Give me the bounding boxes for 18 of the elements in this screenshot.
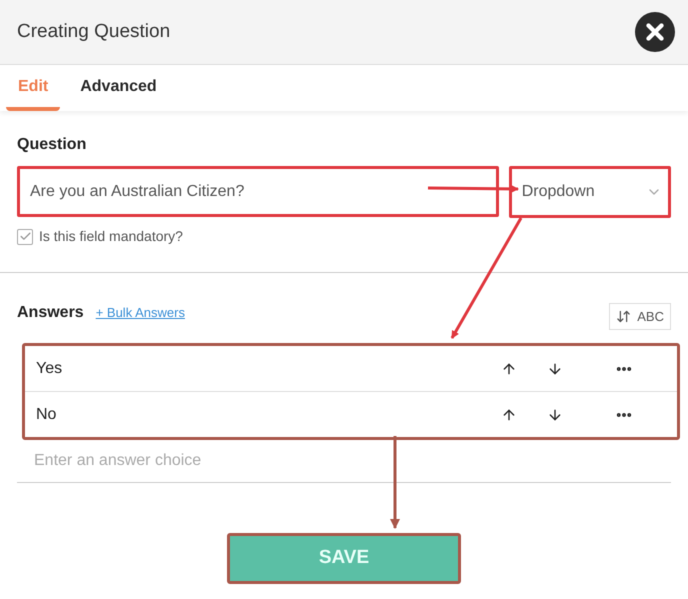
move-down-icon[interactable] xyxy=(547,406,563,422)
move-up-icon[interactable] xyxy=(501,406,517,422)
move-down-icon[interactable] xyxy=(547,360,563,376)
type-dropdown[interactable]: Dropdown xyxy=(508,166,671,218)
dialog-title: Creating Question xyxy=(17,20,170,44)
question-field[interactable]: Are you an Australian Citizen? xyxy=(17,166,499,217)
close-button[interactable] xyxy=(635,12,675,52)
sort-icon xyxy=(616,309,632,324)
answer-text: No xyxy=(35,404,58,424)
mandatory-checkbox[interactable] xyxy=(17,228,33,244)
mandatory-label: Is this field mandatory? xyxy=(39,227,183,246)
move-up-icon[interactable] xyxy=(501,360,517,376)
tab[interactable]: Advanced xyxy=(78,67,159,111)
answers-label: Answers xyxy=(17,303,84,323)
check-icon xyxy=(18,230,32,243)
answer-text: Yes xyxy=(35,358,64,378)
sort-button[interactable]: ABC xyxy=(609,303,671,330)
question-label: Question xyxy=(17,135,88,155)
